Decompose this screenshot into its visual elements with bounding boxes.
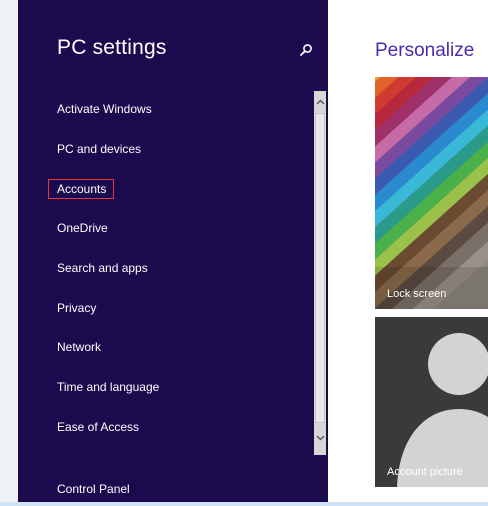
nav-item-search-and-apps[interactable]: Search and apps [57,261,148,275]
nav-item-privacy[interactable]: Privacy [57,301,96,315]
account-picture-tile[interactable]: Account picture [375,317,488,487]
nav-item-time-and-language[interactable]: Time and language [57,380,159,394]
chevron-up-icon[interactable] [314,95,326,109]
scrollbar-thumb[interactable] [315,113,325,423]
nav-item-pc-and-devices[interactable]: PC and devices [57,142,141,156]
bottom-divider [0,502,488,506]
account-picture-label: Account picture [387,466,463,478]
sidebar-title: PC settings [57,36,167,59]
nav-item-network[interactable]: Network [57,340,101,354]
control-panel-link[interactable]: Control Panel [57,482,130,496]
user-silhouette-icon [397,333,488,487]
lock-screen-image [375,77,488,309]
lock-screen-label: Lock screen [387,288,447,300]
left-edge-strip [0,0,18,506]
sidebar-scrollbar[interactable] [314,91,326,455]
page-title: Personalize [375,40,475,61]
chevron-down-icon[interactable] [314,431,326,445]
nav-item-activate-windows[interactable]: Activate Windows [57,102,152,116]
lock-screen-tile[interactable]: Lock screen [375,77,488,309]
settings-sidebar: PC settings Activate Windows PC and devi… [18,0,328,506]
nav-item-accounts[interactable]: Accounts [47,179,115,199]
search-icon[interactable] [299,43,313,57]
nav-item-ease-of-access[interactable]: Ease of Access [57,420,139,434]
nav-item-onedrive[interactable]: OneDrive [57,221,108,235]
